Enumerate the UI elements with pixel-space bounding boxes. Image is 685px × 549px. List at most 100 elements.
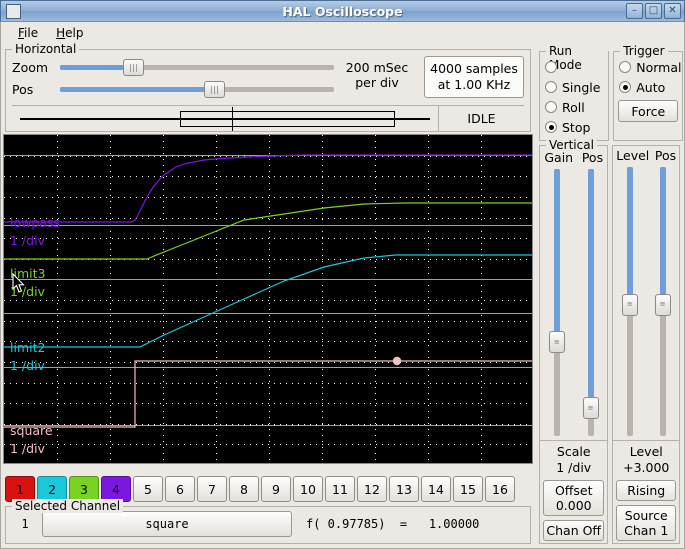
run-mode-radio-icon[interactable] <box>545 121 557 133</box>
vertical-gain-fill <box>553 169 560 342</box>
minimize-icon[interactable]: – <box>626 3 643 19</box>
channel-button-10[interactable]: 10 <box>293 476 323 502</box>
selected-channel-frame: Selected Channel 1 square f( 0.97785) = … <box>5 499 531 544</box>
channel-scale-limit2: 1 /div <box>10 358 46 373</box>
trigger-mode-radio-icon[interactable] <box>619 61 632 73</box>
trigger-level-handle[interactable]: ≡ <box>621 293 638 316</box>
run-mode-roll[interactable]: Roll <box>541 97 607 117</box>
trigger-edge-button[interactable]: Rising <box>616 480 676 501</box>
channel-button-7[interactable]: 7 <box>197 476 227 502</box>
trigger-pos-label: Pos <box>654 148 677 163</box>
buffer-window-rect[interactable] <box>180 111 395 127</box>
vertical-gain-handle[interactable]: ≡ <box>548 331 565 353</box>
run-mode-radio-icon[interactable] <box>545 61 557 73</box>
trigger-level-readout: Level +3.000 <box>613 440 679 478</box>
close-icon[interactable]: ✕ <box>664 3 681 19</box>
trigger-pos-handle[interactable]: ≡ <box>654 293 671 316</box>
menu-help[interactable]: Help <box>47 24 92 42</box>
hpos-slider-handle[interactable]: ||| <box>204 81 226 98</box>
trigger-mode-normal[interactable]: Normal <box>615 57 681 77</box>
selected-channel-legend: Selected Channel <box>12 499 124 513</box>
vertical-legend: Vertical <box>546 138 597 152</box>
channel-button-9[interactable]: 9 <box>261 476 291 502</box>
channel-button-13[interactable]: 13 <box>389 476 419 502</box>
title-bar: HAL Oscilloscope – □ ✕ <box>0 0 685 22</box>
hpos-label: Pos <box>12 81 34 97</box>
trigger-mode-label: Normal <box>636 59 682 75</box>
scope-display[interactable]: lowpass 1 /div limit3 1 /div limit2 1 /div squ… <box>3 134 533 464</box>
run-status: IDLE <box>438 106 524 131</box>
vertical-scale-value: 1 /div <box>556 460 592 475</box>
zoom-slider-handle[interactable]: ||| <box>123 59 145 76</box>
channel-button-15[interactable]: 15 <box>453 476 483 502</box>
channel-button-14[interactable]: 14 <box>421 476 451 502</box>
horizontal-position-bar: IDLE <box>12 105 524 131</box>
channel-button-6[interactable]: 6 <box>165 476 195 502</box>
horizontal-frame: Horizontal Zoom ||| Pos ||| 200 mSec per… <box>5 42 531 132</box>
right-column: Run Mode NormalSingleRollStop Trigger No… <box>535 44 684 548</box>
run-mode-frame: Run Mode NormalSingleRollStop <box>539 44 610 141</box>
window-menu-icon[interactable] <box>6 3 21 19</box>
trigger-options: Normal Auto <box>615 57 681 97</box>
trigger-edge-label: Rising <box>627 483 666 498</box>
menu-file[interactable]: FFileile <box>9 24 47 42</box>
samples-button[interactable]: 4000 samples at 1.00 KHz <box>424 56 524 98</box>
vertical-pos-handle[interactable]: ≡ <box>582 397 599 419</box>
trigger-pos-fill <box>659 167 666 305</box>
channel-button-8[interactable]: 8 <box>229 476 259 502</box>
trigger-level-label: Level <box>616 148 650 163</box>
channel-button-5[interactable]: 5 <box>133 476 163 502</box>
vertical-gain-label: Gain <box>544 150 574 165</box>
channel-button-12[interactable]: 12 <box>357 476 387 502</box>
buffer-position-graph[interactable] <box>12 106 438 131</box>
run-mode-single[interactable]: Single <box>541 77 607 97</box>
window-body: Horizontal Zoom ||| Pos ||| 200 mSec per… <box>0 42 685 549</box>
vertical-gain-slider[interactable]: ≡ <box>547 169 567 436</box>
trigger-level-slider[interactable]: ≡ <box>620 167 640 436</box>
hpos-slider-row: Pos ||| <box>12 78 334 100</box>
zoom-label: Zoom <box>12 59 49 75</box>
zoom-slider[interactable]: ||| <box>60 58 334 76</box>
horizontal-controls: Zoom ||| Pos ||| 200 mSec per div 4000 s… <box>12 56 524 100</box>
maximize-icon[interactable]: □ <box>645 3 662 19</box>
vertical-sliders: ≡ ≡ <box>540 167 607 440</box>
chan-off-button[interactable]: Chan Off <box>543 520 605 541</box>
run-mode-radio-icon[interactable] <box>545 81 557 93</box>
trigger-level-readout-value: +3.000 <box>623 460 670 475</box>
trigger-mode-auto[interactable]: Auto <box>615 77 681 97</box>
zoom-slider-fill <box>60 65 134 70</box>
mode-trigger-row: Run Mode NormalSingleRollStop Trigger No… <box>535 44 684 143</box>
selected-channel-number: 1 <box>21 517 29 531</box>
time-per-div: 200 mSec per div <box>334 56 420 90</box>
vertical-pos-slider[interactable]: ≡ <box>581 169 601 436</box>
channel-scale-square: 1 /div <box>10 441 46 456</box>
trigger-mode-radio-icon[interactable] <box>619 81 632 93</box>
waveform-canvas: lowpass 1 /div limit3 1 /div limit2 1 /div squ… <box>4 135 532 463</box>
trigger-level-fill <box>626 167 633 305</box>
trigger-slider-labels: Level Pos <box>613 148 679 165</box>
selected-channel-value-readout: f( 0.97785) = 1.00000 <box>306 517 480 531</box>
hpos-slider[interactable]: ||| <box>60 80 334 98</box>
force-trigger-button[interactable]: Force <box>618 100 679 122</box>
trigger-marker-dot[interactable] <box>392 356 402 366</box>
channel-button-16[interactable]: 16 <box>485 476 515 502</box>
trigger-source-button[interactable]: Source Chan 1 <box>616 505 676 541</box>
channel-label-limit3: limit3 <box>10 266 45 281</box>
hpos-slider-fill <box>60 87 215 92</box>
run-mode-stop[interactable]: Stop <box>541 117 607 137</box>
selected-channel-source-button[interactable]: square <box>42 511 292 537</box>
vertical-scale-readout: Scale 1 /div <box>540 440 608 478</box>
channel-scale-lowpass: 1 /div <box>10 233 46 248</box>
window-buttons: – □ ✕ <box>626 3 681 19</box>
offset-button[interactable]: Offset 0.000 <box>543 480 605 516</box>
run-mode-radio-icon[interactable] <box>545 101 557 113</box>
zoom-slider-row: Zoom ||| <box>12 56 334 78</box>
trigger-pos-slider[interactable]: ≡ <box>653 167 673 436</box>
offset-value: 0.000 <box>555 498 592 513</box>
time-per-div-value: 200 mSec <box>345 60 409 75</box>
hal-oscilloscope-window: HAL Oscilloscope – □ ✕ FFileile Help Hor… <box>0 0 685 549</box>
channel-button-11[interactable]: 11 <box>325 476 355 502</box>
vertical-pos-fill <box>587 169 594 408</box>
trigger-position-tick <box>232 107 233 131</box>
run-mode-label: Roll <box>562 99 585 115</box>
